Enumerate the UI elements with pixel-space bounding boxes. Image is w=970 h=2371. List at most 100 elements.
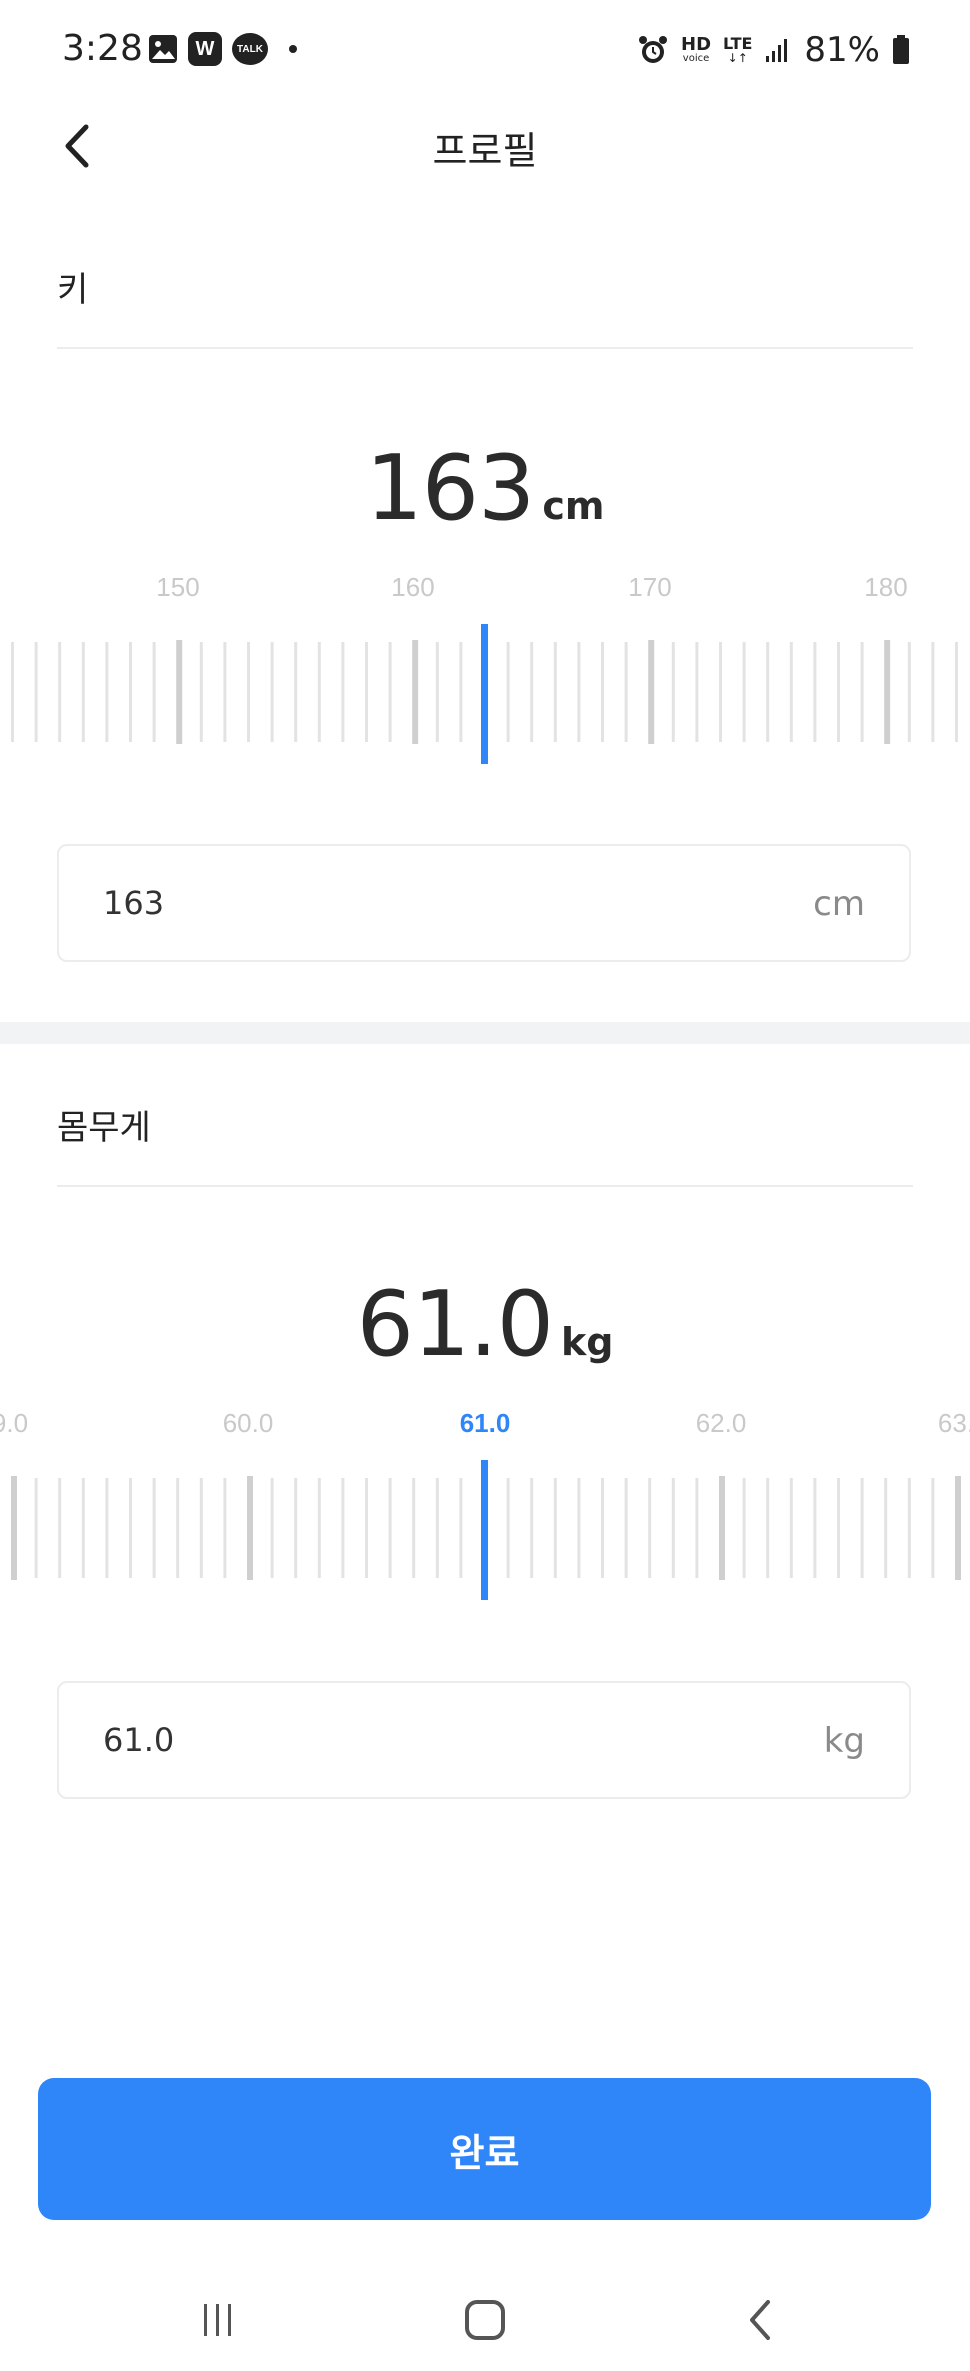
height-ruler-tick [294, 642, 298, 742]
notification-icons: W TALK [148, 32, 298, 66]
weight-ruler-label: 62.0 [696, 1408, 747, 1438]
height-ruler-label: 150 [156, 572, 199, 602]
weight-divider [57, 1185, 913, 1187]
height-section-label: 키 [57, 270, 89, 310]
weight-ruler-tick [719, 1476, 725, 1580]
kakaotalk-icon: TALK [232, 33, 268, 65]
weight-ruler-tick [766, 1478, 770, 1578]
height-ruler-tick [223, 642, 227, 742]
weight-value: 61.0 [356, 1272, 554, 1377]
weight-ruler[interactable]: 9.0 60.0 61.0 62.0 63. [0, 1392, 970, 1602]
status-bar: 3:28 W TALK HD voice LTE ↓↑ 81% [0, 0, 970, 100]
height-ruler-tick [317, 642, 321, 742]
weight-ruler-tick [435, 1478, 439, 1578]
height-input-value[interactable]: 163 [103, 884, 164, 922]
height-ruler-tick [152, 642, 156, 742]
weight-ruler-tick [199, 1478, 203, 1578]
weight-ruler-label: 9.0 [0, 1408, 28, 1438]
weight-section-label: 몸무게 [57, 1108, 151, 1148]
height-ruler-indicator [481, 624, 488, 764]
height-ruler-tick [553, 642, 557, 742]
weight-ruler-tick [742, 1478, 746, 1578]
done-button[interactable]: 완료 [38, 2078, 931, 2220]
recent-apps-icon [204, 2304, 231, 2336]
height-ruler-tick [81, 642, 85, 742]
weight-ruler-tick [530, 1478, 534, 1578]
height-value: 163 [365, 436, 536, 541]
height-ruler-tick [766, 642, 770, 742]
height-unit: cm [542, 484, 605, 528]
height-ruler-tick [931, 642, 935, 742]
status-time: 3:28 [62, 28, 143, 69]
gallery-icon [148, 34, 178, 64]
height-ruler-tick [813, 642, 817, 742]
height-ruler-tick [388, 642, 392, 742]
height-ruler-tick [648, 640, 655, 744]
height-ruler-tick [176, 640, 183, 744]
weight-ruler-tick [247, 1476, 253, 1580]
weight-ruler-scale[interactable]: 9.0 60.0 61.0 62.0 63. [0, 1392, 970, 1602]
height-ruler-tick [58, 642, 62, 742]
weight-ruler-tick [884, 1478, 888, 1578]
weight-ruler-tick [34, 1478, 38, 1578]
weight-ruler-tick [907, 1478, 911, 1578]
app-header: 프로필 [0, 100, 970, 192]
status-right: HD voice LTE ↓↑ 81% [637, 30, 910, 70]
weight-ruler-tick [931, 1478, 935, 1578]
weight-ruler-tick [577, 1478, 581, 1578]
weight-ruler-tick [789, 1478, 793, 1578]
weight-ruler-tick [553, 1478, 557, 1578]
weight-input[interactable]: 61.0 kg [57, 1681, 911, 1799]
weight-ruler-tick [671, 1478, 675, 1578]
talk-label: TALK [237, 43, 263, 55]
weight-ruler-tick [506, 1478, 510, 1578]
weight-ruler-tick [860, 1478, 864, 1578]
lte-label: LTE [723, 34, 753, 53]
weight-ruler-tick [388, 1478, 392, 1578]
weight-ruler-tick [294, 1478, 298, 1578]
height-ruler-tick [907, 642, 911, 742]
height-input-unit: cm [813, 884, 865, 924]
weight-display: 61.0 kg [0, 1272, 970, 1377]
weight-ruler-tick [317, 1478, 321, 1578]
height-ruler-tick [601, 642, 604, 742]
height-ruler-tick [719, 642, 722, 742]
weight-ruler-tick [11, 1476, 17, 1580]
weight-ruler-tick [223, 1478, 227, 1578]
weight-ruler-tick [695, 1478, 699, 1578]
height-ruler[interactable]: 150 160 170 180 [0, 556, 970, 766]
height-ruler-tick [129, 642, 132, 742]
nav-back-button[interactable] [720, 2288, 800, 2352]
height-input[interactable]: 163 cm [57, 844, 911, 962]
height-ruler-tick [624, 642, 628, 742]
height-ruler-tick [837, 642, 840, 742]
weight-ruler-label: 61.0 [460, 1408, 511, 1438]
data-arrows-icon: ↓↑ [727, 51, 748, 65]
system-nav-bar [0, 2270, 970, 2371]
weight-ruler-tick [270, 1478, 274, 1578]
weight-input-value[interactable]: 61.0 [103, 1721, 174, 1759]
home-button[interactable] [445, 2288, 525, 2352]
height-ruler-tick [341, 642, 345, 742]
weight-ruler-tick [365, 1478, 368, 1578]
alarm-icon [637, 34, 669, 66]
battery-icon [892, 35, 910, 65]
height-ruler-scale[interactable]: 150 160 170 180 [0, 556, 970, 766]
home-icon [465, 2300, 505, 2340]
weight-ruler-tick [601, 1478, 604, 1578]
weight-ruler-tick [624, 1478, 628, 1578]
height-ruler-tick [695, 642, 699, 742]
weight-ruler-tick [955, 1476, 961, 1580]
w-app-icon: W [188, 32, 222, 66]
weight-ruler-tick [81, 1478, 85, 1578]
page-title: 프로필 [432, 129, 538, 173]
height-ruler-tick [860, 642, 864, 742]
height-ruler-tick [530, 642, 534, 742]
height-ruler-tick [11, 642, 14, 742]
weight-ruler-tick [837, 1478, 840, 1578]
weight-ruler-tick [105, 1478, 109, 1578]
height-display: 163 cm [0, 436, 970, 541]
recent-apps-button[interactable] [178, 2288, 258, 2352]
nav-back-icon [750, 2300, 770, 2340]
height-ruler-tick [247, 642, 250, 742]
